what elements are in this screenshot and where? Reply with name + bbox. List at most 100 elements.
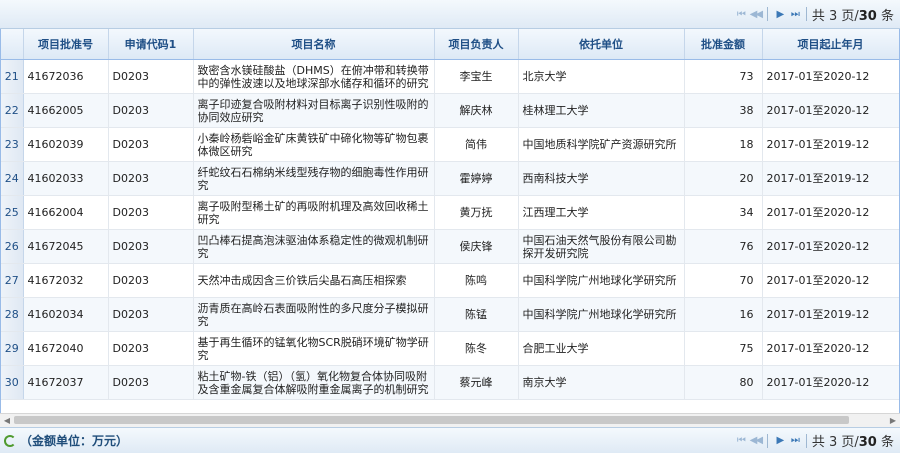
last-page-icon[interactable]: ⏭	[788, 434, 801, 447]
row-number-cell: 25	[1, 195, 24, 230]
table-row[interactable]: 25 41662004 D0203 离子吸附型稀土矿的再吸附机理及高效回收稀土研究 黄万…	[1, 195, 899, 230]
approval-number-cell: 41672045	[23, 229, 109, 264]
row-number-cell: 29	[1, 331, 24, 366]
institution-cell: 中国科学院广州地球化学研究所	[518, 263, 685, 298]
application-code-cell: D0203	[108, 365, 194, 400]
col-amount-header[interactable]: 批准金额	[684, 29, 763, 60]
table-row[interactable]: 29 41672040 D0203 基于再生循环的锰氧化物SCR脱硝环境矿物学研究 陈冬…	[1, 331, 899, 366]
institution-cell: 中国石油天然气股份有限公司勘探开发研究院	[518, 229, 685, 264]
scroll-right-icon[interactable]: ▶	[887, 414, 899, 426]
row-number-header	[1, 29, 24, 60]
table-row[interactable]: 22 41662005 D0203 离子印迹复合吸附材料对目标离子识别性吸附的协同效应…	[1, 93, 899, 128]
amount-cell: 80	[684, 365, 763, 400]
amount-cell: 75	[684, 331, 763, 366]
col-period-header[interactable]: 项目起止年月	[762, 29, 899, 60]
refresh-icon[interactable]	[4, 434, 16, 447]
approval-number-cell: 41662004	[23, 195, 109, 230]
approval-number-cell: 41672040	[23, 331, 109, 366]
approval-number-cell: 41602034	[23, 297, 109, 332]
results-grid: 项目批准号 申请代码1 项目名称 项目负责人 依托单位 批准金额 项目起止年月 21 4167…	[0, 29, 900, 413]
approval-number-cell: 41602039	[23, 127, 109, 162]
project-period-cell: 2017-01至2020-12	[762, 229, 899, 264]
project-period-cell: 2017-01至2019-12	[762, 161, 899, 196]
project-title-cell: 凹凸棒石提高泡沫驱油体系稳定性的微观机制研究	[193, 229, 435, 264]
scrollbar-thumb[interactable]	[14, 416, 849, 424]
last-page-icon[interactable]: ⏭	[788, 8, 801, 21]
application-code-cell: D0203	[108, 59, 194, 94]
table-row[interactable]: 28 41602034 D0203 沥青质在高岭石表面吸附性的多尺度分子模拟研究 陈锰中…	[1, 297, 899, 332]
col-project-title-header[interactable]: 项目名称	[193, 29, 435, 60]
principal-investigator-cell: 陈锰	[434, 297, 519, 332]
prev-page-icon[interactable]: ◀◀	[749, 8, 763, 21]
table-row[interactable]: 24 41602033 D0203 纤蛇纹石石棉纳米线型残存物的细胞毒性作用研究 霍婷婷…	[1, 161, 899, 196]
project-period-cell: 2017-01至2020-12	[762, 365, 899, 400]
first-page-icon[interactable]: ⏮	[734, 434, 747, 447]
principal-investigator-cell: 简伟	[434, 127, 519, 162]
col-principal-investigator-header[interactable]: 项目负责人	[434, 29, 519, 60]
separator	[805, 7, 807, 21]
first-page-icon[interactable]: ⏮	[734, 8, 747, 21]
col-application-code-header[interactable]: 申请代码1	[108, 29, 194, 60]
project-period-cell: 2017-01至2020-12	[762, 263, 899, 298]
application-code-cell: D0203	[108, 331, 194, 366]
table-row[interactable]: 27 41672032 D0203 天然冲击成因含三价铁后尖晶石高压相探索 陈鸣 中国科学…	[1, 263, 899, 298]
table-body: 21 41672036 D0203 致密含水镁硅酸盐（DHMS）在俯冲带和转换带中的弹…	[1, 59, 899, 400]
prev-page-icon[interactable]: ◀◀	[749, 434, 763, 447]
project-title-cell: 沥青质在高岭石表面吸附性的多尺度分子模拟研究	[193, 297, 435, 332]
amount-cell: 34	[684, 195, 763, 230]
institution-cell: 桂林理工大学	[518, 93, 685, 128]
project-period-cell: 2017-01至2019-12	[762, 297, 899, 332]
separator	[805, 433, 807, 448]
approval-number-cell: 41672032	[23, 263, 109, 298]
project-title-cell: 小秦岭杨砦峪金矿床黄铁矿中碲化物等矿物包裹体微区研究	[193, 127, 435, 162]
amount-cell: 76	[684, 229, 763, 264]
institution-cell: 北京大学	[518, 59, 685, 94]
col-institution-header[interactable]: 依托单位	[518, 29, 685, 60]
bottom-pager: ⏮ ◀◀ ▶ ⏭ 共 3 页/30 条	[734, 428, 894, 453]
top-toolbar: ⏮ ◀◀ ▶ ⏭ 共 3 页/30 条	[0, 0, 900, 29]
row-number-cell: 27	[1, 263, 24, 298]
amount-cell: 73	[684, 59, 763, 94]
scroll-left-icon[interactable]: ◀	[1, 414, 13, 426]
project-title-cell: 天然冲击成因含三价铁后尖晶石高压相探索	[193, 263, 435, 298]
row-number-cell: 26	[1, 229, 24, 264]
footer-note: （金额单位：万元）	[4, 428, 128, 453]
project-title-cell: 基于再生循环的锰氧化物SCR脱硝环境矿物学研究	[193, 331, 435, 366]
page-info: 共 3 页/30 条	[811, 435, 894, 450]
page-info: 共 3 页/30 条	[811, 8, 894, 24]
next-page-icon[interactable]: ▶	[773, 434, 786, 447]
table-row[interactable]: 26 41672045 D0203 凹凸棒石提高泡沫驱油体系稳定性的微观机制研究 侯庆锋…	[1, 229, 899, 264]
amount-cell: 38	[684, 93, 763, 128]
table-row[interactable]: 23 41602039 D0203 小秦岭杨砦峪金矿床黄铁矿中碲化物等矿物包裹体微区研…	[1, 127, 899, 162]
col-approval-number-header[interactable]: 项目批准号	[23, 29, 109, 60]
project-period-cell: 2017-01至2020-12	[762, 195, 899, 230]
table-row[interactable]: 30 41672037 D0203 粘土矿物-铁（铝）（氢）氧化物复合体协同吸附及含重…	[1, 365, 899, 400]
institution-cell: 合肥工业大学	[518, 331, 685, 366]
principal-investigator-cell: 蔡元峰	[434, 365, 519, 400]
table-row[interactable]: 21 41672036 D0203 致密含水镁硅酸盐（DHMS）在俯冲带和转换带中的弹…	[1, 59, 899, 94]
project-period-cell: 2017-01至2020-12	[762, 93, 899, 128]
amount-cell: 20	[684, 161, 763, 196]
application-code-cell: D0203	[108, 195, 194, 230]
project-period-cell: 2017-01至2020-12	[762, 331, 899, 366]
project-period-cell: 2017-01至2019-12	[762, 127, 899, 162]
approval-number-cell: 41672037	[23, 365, 109, 400]
next-page-icon[interactable]: ▶	[773, 8, 786, 21]
bottom-toolbar: （金额单位：万元） ⏮ ◀◀ ▶ ⏭ 共 3 页/30 条	[0, 427, 900, 453]
header-row: 项目批准号 申请代码1 项目名称 项目负责人 依托单位 批准金额 项目起止年月	[1, 29, 899, 60]
separator	[766, 7, 768, 21]
institution-cell: 西南科技大学	[518, 161, 685, 196]
row-number-cell: 23	[1, 127, 24, 162]
results-table: 项目批准号 申请代码1 项目名称 项目负责人 依托单位 批准金额 项目起止年月 21 4167…	[1, 29, 899, 400]
approval-number-cell: 41602033	[23, 161, 109, 196]
institution-cell: 中国地质科学院矿产资源研究所	[518, 127, 685, 162]
principal-investigator-cell: 黄万抚	[434, 195, 519, 230]
amount-unit-label: （金额单位：万元）	[20, 434, 129, 448]
principal-investigator-cell: 解庆林	[434, 93, 519, 128]
separator	[766, 433, 768, 448]
horizontal-scrollbar[interactable]: ◀ ▶	[0, 413, 900, 427]
project-title-cell: 粘土矿物-铁（铝）（氢）氧化物复合体协同吸附及含重金属复合体解吸附重金属离子的机…	[193, 365, 435, 400]
application-code-cell: D0203	[108, 93, 194, 128]
top-pager: ⏮ ◀◀ ▶ ⏭ 共 3 页/30 条	[734, 0, 894, 28]
principal-investigator-cell: 侯庆锋	[434, 229, 519, 264]
